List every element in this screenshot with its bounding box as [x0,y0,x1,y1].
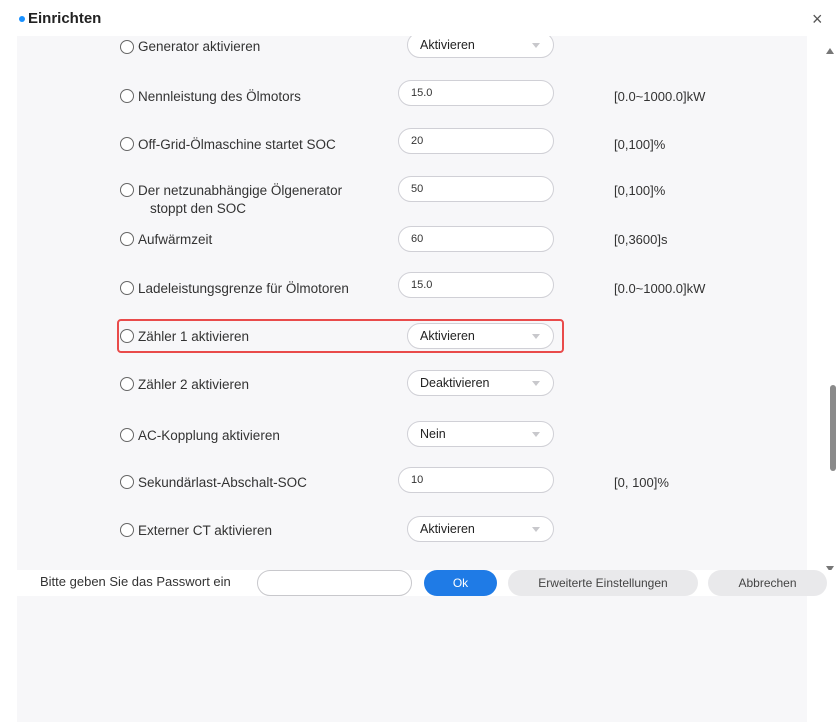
charge-limit-input[interactable]: 15.0 [398,272,554,298]
select-value: Aktivieren [420,522,475,536]
radio-offgrid-start-soc[interactable] [120,137,134,151]
setting-label: Nennleistung des Ölmotors [138,89,301,104]
ok-button[interactable]: Ok [424,570,497,596]
select-value: Deaktivieren [420,376,490,390]
radio-secondary-load-soc[interactable] [120,475,134,489]
setting-label: Sekundärlast-Abschalt-SOC [138,475,307,490]
range-text: [0,3600]s [614,232,668,247]
title-dot-icon [19,16,25,22]
scrollbar-thumb[interactable] [830,385,836,471]
range-text: [0, 100]% [614,475,669,490]
setting-label: Zähler 1 aktivieren [138,329,250,344]
dialog-title-bar: Einrichten × [0,0,836,38]
settings-list: Generator aktivieren Aktivieren Nennleis… [17,36,807,722]
select-value: Nein [420,427,446,441]
settings-dialog: Einrichten × Generator aktivieren Aktivi… [0,0,836,722]
radio-meter1[interactable] [120,329,134,343]
setting-label: Externer CT aktivieren [138,523,273,538]
chevron-down-icon [532,43,540,48]
setting-label: Ladeleistungsgrenze für Ölmotoren [138,281,349,296]
meter2-select[interactable]: Deaktivieren [407,370,554,396]
chevron-down-icon [532,334,540,339]
select-value: Aktivieren [420,329,475,343]
range-text: [0.0~1000.0]kW [614,89,706,104]
cancel-button[interactable]: Abbrechen [708,570,827,596]
range-text: [0,100]% [614,183,666,198]
range-text: [0,100]% [614,137,666,152]
warmup-input[interactable]: 60 [398,226,554,252]
setting-label: Aufwärmzeit [138,232,213,247]
radio-generator-stop-soc[interactable] [120,183,134,197]
vertical-scrollbar[interactable] [823,38,836,724]
secondary-load-soc-input[interactable]: 10 [398,467,554,493]
rated-power-input[interactable]: 15.0 [398,80,554,106]
radio-warmup[interactable] [120,232,134,246]
chevron-down-icon [532,432,540,437]
generator-select[interactable]: Aktivieren [407,36,554,58]
range-text: [0.0~1000.0]kW [614,281,706,296]
ac-coupling-select[interactable]: Nein [407,421,554,447]
external-ct-select[interactable]: Aktivieren [407,516,554,542]
radio-external-ct[interactable] [120,523,134,537]
select-value: Aktivieren [420,38,475,52]
chevron-down-icon [532,527,540,532]
chevron-down-icon [532,381,540,386]
offgrid-start-soc-input[interactable]: 20 [398,128,554,154]
advanced-settings-button[interactable]: Erweiterte Einstellungen [508,570,698,596]
close-icon[interactable]: × [812,10,823,28]
radio-generator[interactable] [120,40,134,54]
setting-label: Generator aktivieren [138,39,261,54]
setting-label: Off-Grid-Ölmaschine startet SOC [138,137,336,152]
setting-label-line1: Der netzunabhängige Ölgenerator [138,183,343,198]
password-label: Bitte geben Sie das Passwort ein [40,574,231,589]
setting-label: Zähler 2 aktivieren [138,377,250,392]
meter1-select[interactable]: Aktivieren [407,323,554,349]
scroll-up-icon[interactable] [826,48,834,54]
dialog-title: Einrichten [28,10,102,27]
radio-charge-limit[interactable] [120,281,134,295]
setting-label-line2: stoppt den SOC [150,201,247,216]
radio-ac-coupling[interactable] [120,428,134,442]
setting-label: AC-Kopplung aktivieren [138,428,280,443]
radio-rated-power[interactable] [120,89,134,103]
generator-stop-soc-input[interactable]: 50 [398,176,554,202]
password-input[interactable] [257,570,412,596]
radio-meter2[interactable] [120,377,134,391]
